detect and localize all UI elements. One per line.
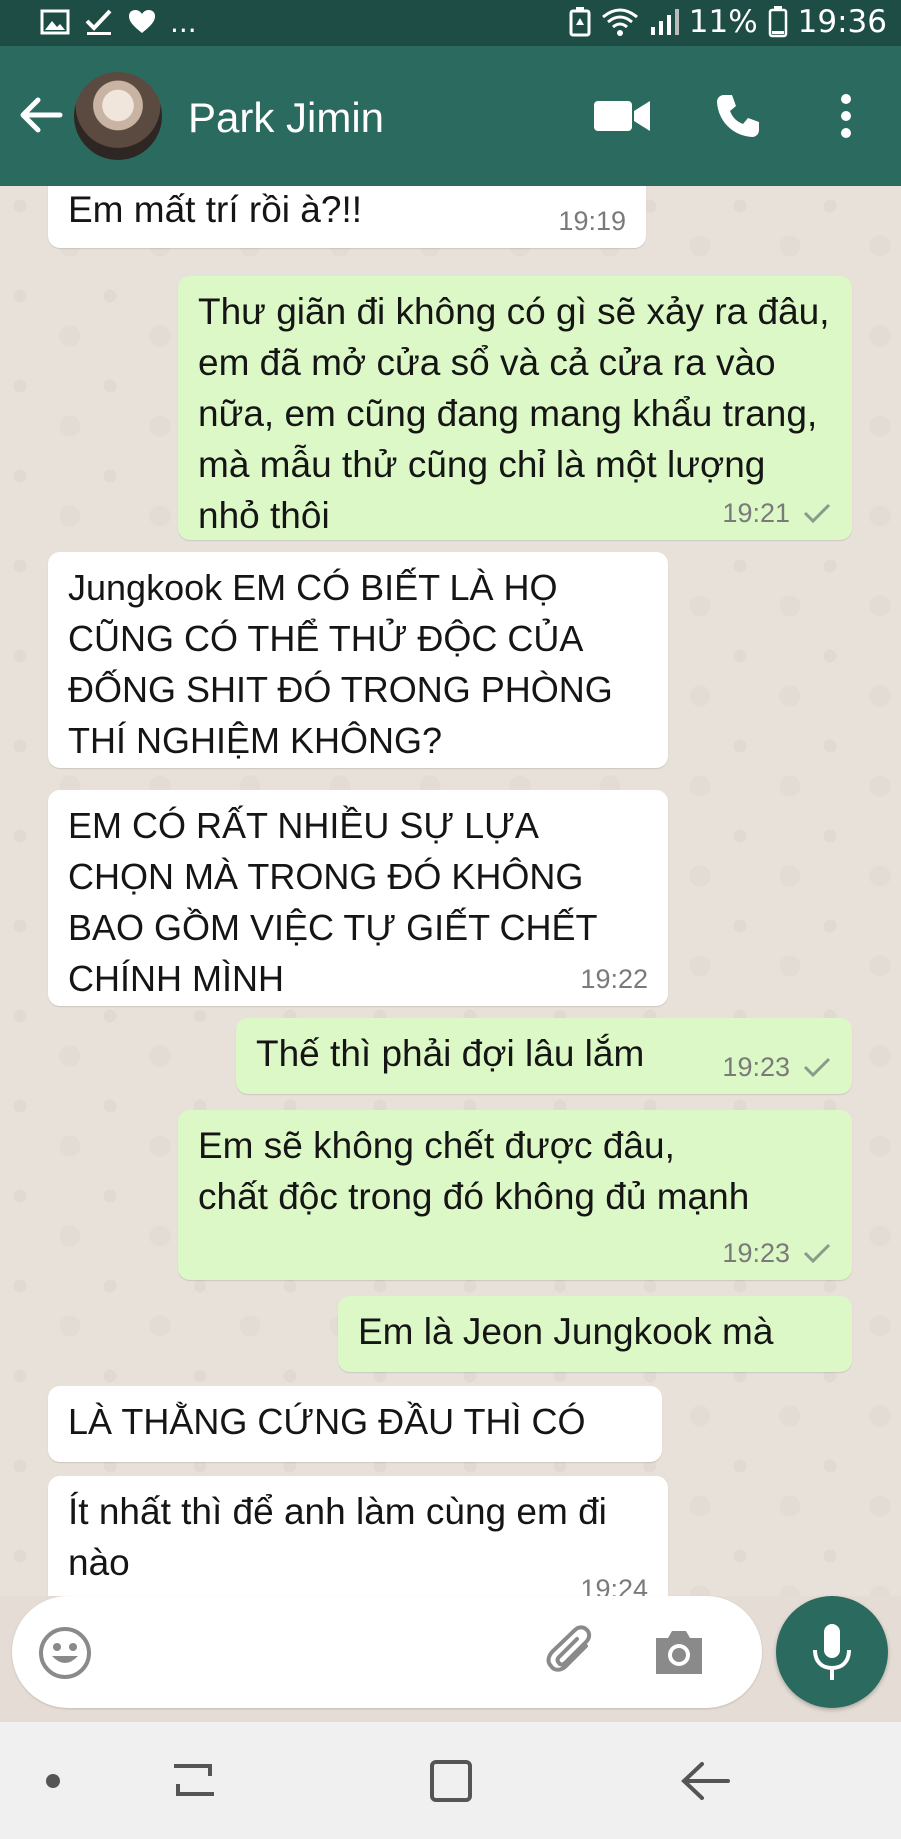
message-text: Em mất trí rồi à?!!: [68, 189, 363, 230]
message-list[interactable]: Em mất trí rồi à?!! 19:19 Thư giãn đi kh…: [0, 186, 901, 1596]
signal-icon: [650, 9, 679, 35]
home-icon[interactable]: [428, 1758, 474, 1804]
message-meta: 19:21: [722, 498, 832, 528]
status-right: 11% 19:36: [569, 4, 887, 40]
video-call-icon[interactable]: [594, 99, 650, 133]
more-vertical-icon[interactable]: [832, 92, 860, 140]
phone-call-icon[interactable]: [714, 92, 762, 140]
back-arrow-icon[interactable]: [16, 90, 66, 140]
message-time: 19:24: [580, 1574, 648, 1596]
message-meta: 19:23: [722, 1238, 832, 1268]
sent-check-icon: [803, 503, 831, 524]
message-text: Em là Jeon Jungkook mà: [358, 1311, 774, 1352]
message-time: 19:21: [722, 498, 790, 528]
emoji-icon[interactable]: [38, 1626, 92, 1680]
nav-dot-icon[interactable]: [46, 1774, 60, 1788]
contact-name[interactable]: Park Jimin: [188, 94, 384, 142]
check-icon: [85, 9, 112, 35]
incoming-message[interactable]: LÀ THẰNG CỨNG ĐẦU THÌ CÓ: [48, 1386, 662, 1462]
heart-icon: [129, 10, 155, 33]
outgoing-message[interactable]: Thế thì phải đợi lâu lắm 19:23: [236, 1018, 852, 1094]
sent-check-icon: [803, 1057, 831, 1078]
message-text: Thế thì phải đợi lâu lắm: [256, 1033, 645, 1074]
attachment-icon[interactable]: [544, 1624, 600, 1680]
incoming-message[interactable]: Jungkook EM CÓ BIẾT LÀ HỌ CŨNG CÓ THỂ TH…: [48, 552, 668, 768]
status-bar: ... 11% 19:36: [0, 0, 901, 46]
chat-header: Park Jimin: [0, 46, 901, 186]
recent-apps-icon[interactable]: [170, 1758, 218, 1802]
outgoing-message[interactable]: Em là Jeon Jungkook mà: [338, 1296, 852, 1372]
message-text: LÀ THẰNG CỨNG ĐẦU THÌ CÓ: [68, 1401, 586, 1442]
battery-saver-icon: [569, 7, 591, 37]
outgoing-message[interactable]: Em sẽ không chết được đâu, chất độc tron…: [178, 1110, 852, 1280]
message-input-bar[interactable]: [12, 1596, 762, 1708]
nav-back-icon[interactable]: [678, 1758, 730, 1804]
clock: 19:36: [797, 4, 887, 40]
image-icon: [40, 9, 70, 35]
outgoing-message[interactable]: Thư giãn đi không có gì sẽ xảy ra đâu, e…: [178, 276, 852, 540]
message-text: Ít nhất thì để anh làm cùng em đi nào: [68, 1491, 607, 1583]
message-meta: 19:23: [722, 1052, 832, 1082]
message-time: 19:22: [580, 964, 648, 994]
incoming-message[interactable]: EM CÓ RẤT NHIỀU SỰ LỰA CHỌN MÀ TRONG ĐÓ …: [48, 790, 668, 1006]
sent-check-icon: [803, 1243, 831, 1264]
incoming-message[interactable]: Em mất trí rồi à?!! 19:19: [48, 186, 646, 248]
microphone-icon: [813, 1624, 851, 1680]
message-text: Em sẽ không chết được đâu, chất độc tron…: [198, 1125, 750, 1217]
voice-record-button[interactable]: [776, 1596, 888, 1708]
message-text: EM CÓ RẤT NHIỀU SỰ LỰA CHỌN MÀ TRONG ĐÓ …: [68, 805, 597, 999]
notification-icons: ...: [40, 4, 197, 40]
system-nav-bar: [0, 1722, 901, 1839]
battery-icon: [768, 6, 787, 38]
battery-percent: 11%: [688, 4, 758, 40]
camera-icon[interactable]: [652, 1628, 706, 1676]
message-meta: 19:24: [580, 1574, 648, 1596]
message-time: 19:23: [722, 1052, 790, 1082]
message-meta: 19:22: [580, 964, 648, 994]
wifi-icon: [601, 8, 638, 36]
message-meta: 19:19: [558, 206, 626, 236]
message-text: Jungkook EM CÓ BIẾT LÀ HỌ CŨNG CÓ THỂ TH…: [68, 567, 613, 761]
more-notifications-text: ...: [170, 5, 197, 39]
message-time: 19:19: [558, 206, 626, 236]
incoming-message[interactable]: Ít nhất thì để anh làm cùng em đi nào 19…: [48, 1476, 668, 1596]
message-time: 19:23: [722, 1238, 790, 1268]
contact-avatar[interactable]: [74, 72, 162, 160]
